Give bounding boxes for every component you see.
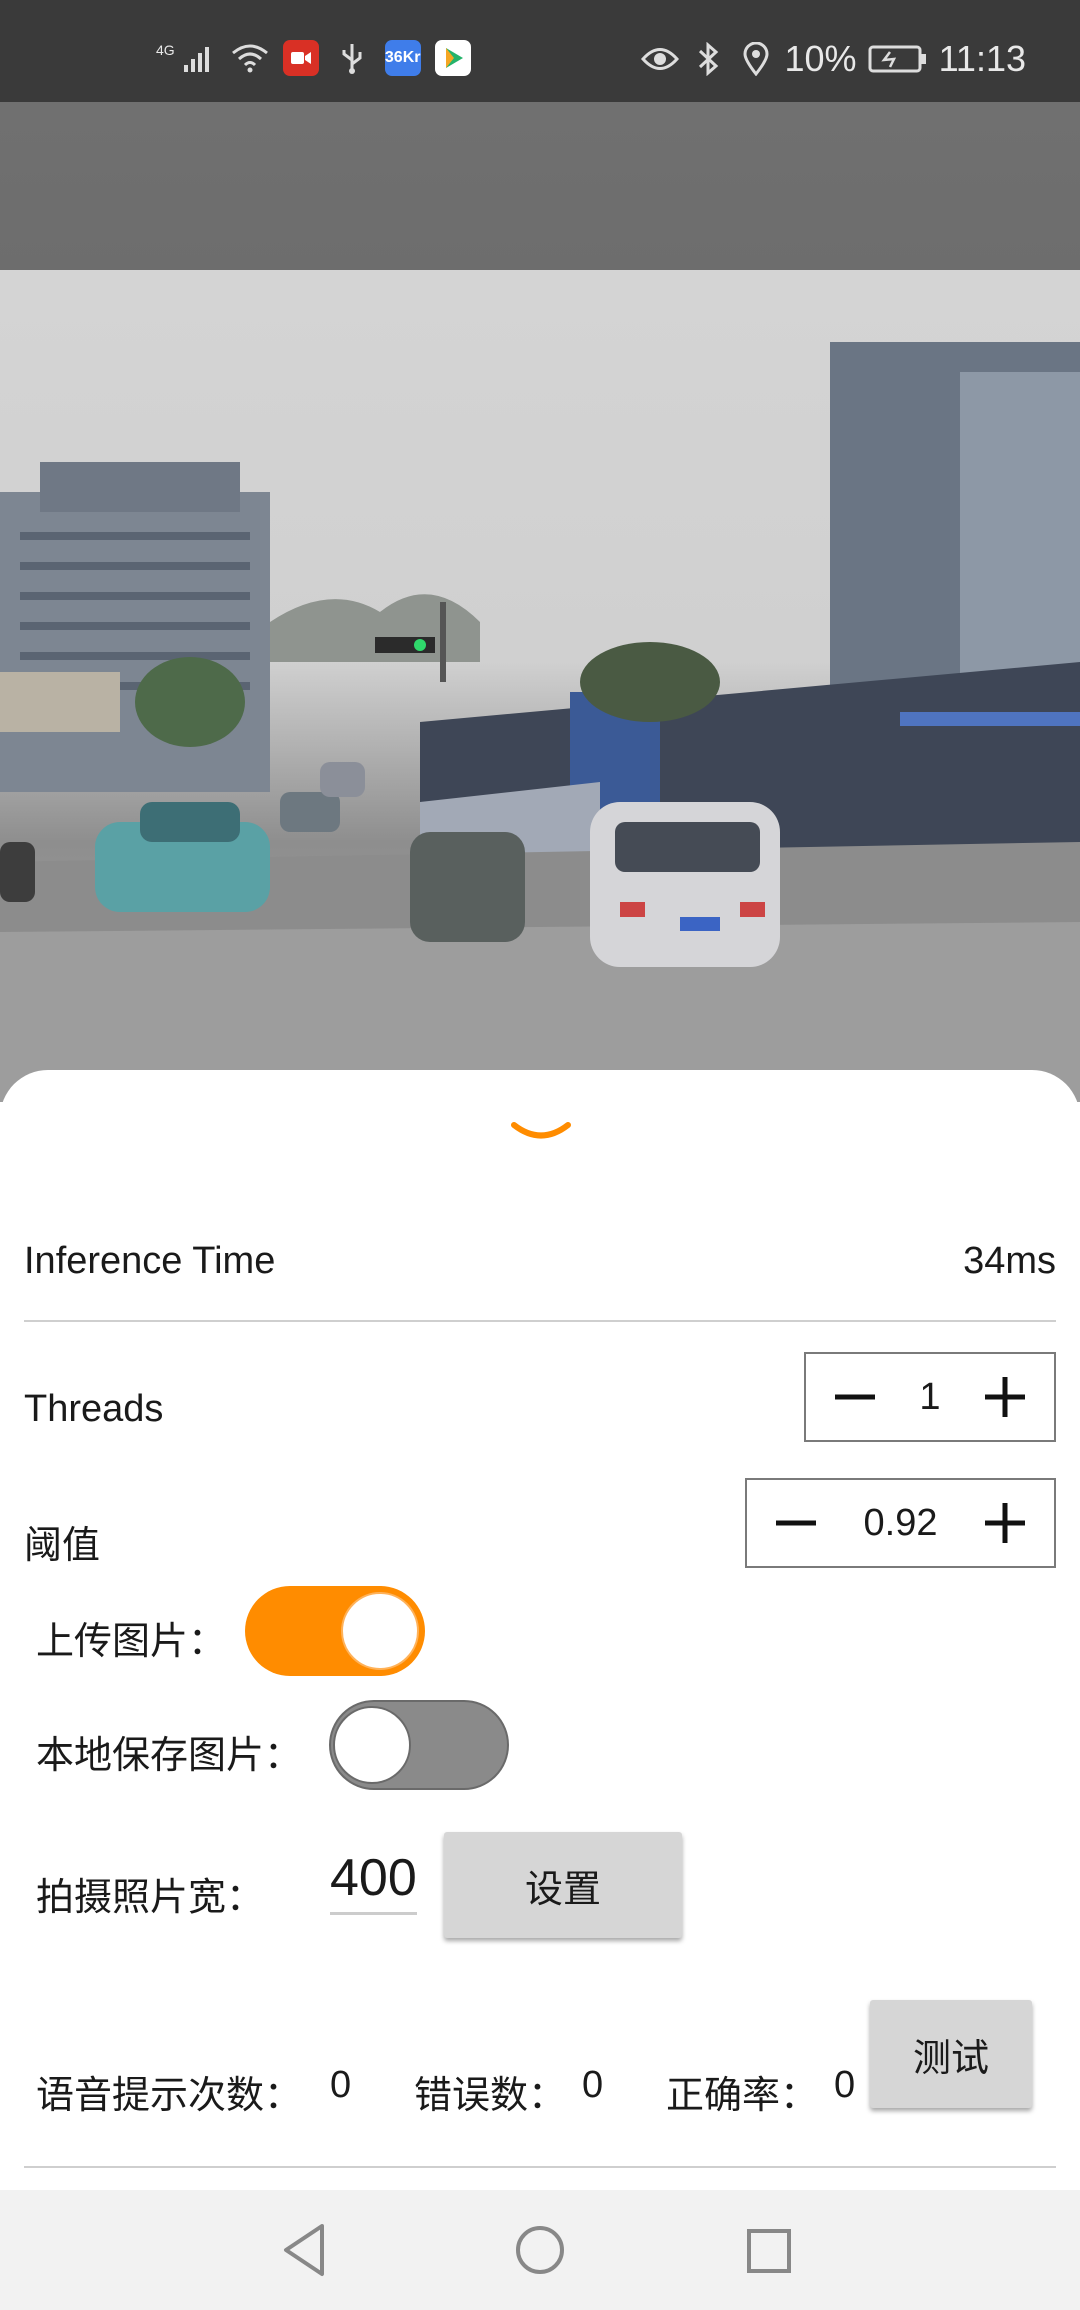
voice-count-value: 0 bbox=[330, 2064, 352, 2106]
wifi-icon bbox=[231, 41, 269, 75]
status-left-icons: 4G 36Kr bbox=[156, 40, 471, 76]
local-save-toggle[interactable] bbox=[329, 1700, 509, 1790]
clock: 11:13 bbox=[938, 38, 1026, 79]
app-video-icon bbox=[434, 40, 471, 76]
threshold-value: 0.92 bbox=[863, 1501, 938, 1544]
status-right-icons: 10% 11:13 bbox=[640, 38, 1026, 80]
camera-preview[interactable] bbox=[0, 102, 1080, 1102]
threshold-label: 阈值 bbox=[24, 1525, 101, 1567]
back-icon[interactable] bbox=[280, 2222, 330, 2283]
location-icon bbox=[737, 42, 775, 76]
bottom-divider bbox=[24, 2166, 1056, 2168]
error-count-label: 错误数： bbox=[414, 2075, 567, 2117]
navigation-bar bbox=[0, 2190, 1080, 2310]
bottom-sheet: Inference Time 34ms Threads 1 阈值 0.92 上传… bbox=[0, 1070, 1080, 2190]
threads-label: Threads bbox=[24, 1388, 164, 1430]
upload-image-label: 上传图片： bbox=[36, 1621, 227, 1663]
toggle-knob bbox=[333, 1706, 411, 1784]
voice-count-label: 语音提示次数： bbox=[36, 2075, 303, 2117]
error-count-value: 0 bbox=[582, 2064, 604, 2106]
inference-time-label: Inference Time bbox=[24, 1240, 276, 1282]
status-bar: 4G 36Kr 10% 11:13 bbox=[0, 0, 1080, 102]
street-scene-image bbox=[0, 342, 1080, 1102]
signal-icon bbox=[179, 41, 217, 75]
network-type: 4G bbox=[156, 42, 175, 58]
accuracy-value: 0 bbox=[834, 2064, 856, 2106]
photo-width-label: 拍摄照片宽： bbox=[36, 1877, 265, 1919]
threads-stepper: 1 bbox=[804, 1352, 1056, 1442]
local-save-label: 本地保存图片： bbox=[36, 1735, 303, 1777]
upload-image-toggle[interactable] bbox=[245, 1586, 425, 1676]
set-width-button[interactable]: 设置 bbox=[444, 1832, 682, 1938]
divider bbox=[24, 1320, 1056, 1322]
threads-minus-icon[interactable] bbox=[830, 1372, 880, 1422]
threshold-minus-icon[interactable] bbox=[771, 1498, 821, 1548]
accuracy-label: 正确率： bbox=[666, 2075, 819, 2117]
threshold-stepper: 0.92 bbox=[745, 1478, 1056, 1568]
bluetooth-icon bbox=[689, 42, 727, 76]
battery-percent: 10% bbox=[784, 38, 857, 79]
photo-width-input[interactable]: 400 bbox=[330, 1848, 417, 1915]
home-icon[interactable] bbox=[514, 2224, 566, 2281]
toggle-knob bbox=[341, 1592, 419, 1670]
collapse-chevron-icon[interactable] bbox=[510, 1120, 572, 1149]
app-36kr-label: 36Kr bbox=[384, 49, 421, 66]
threads-plus-icon[interactable] bbox=[980, 1372, 1030, 1422]
app-36kr-icon: 36Kr bbox=[384, 40, 421, 76]
eye-icon bbox=[640, 42, 679, 76]
screen-record-icon bbox=[282, 40, 319, 76]
usb-icon bbox=[333, 41, 371, 75]
recents-icon[interactable] bbox=[746, 2228, 792, 2279]
test-button[interactable]: 测试 bbox=[870, 2000, 1032, 2108]
battery-icon bbox=[867, 42, 929, 76]
threads-value: 1 bbox=[919, 1375, 941, 1418]
inference-time-value: 34ms bbox=[963, 1240, 1056, 1282]
threshold-plus-icon[interactable] bbox=[980, 1498, 1030, 1548]
